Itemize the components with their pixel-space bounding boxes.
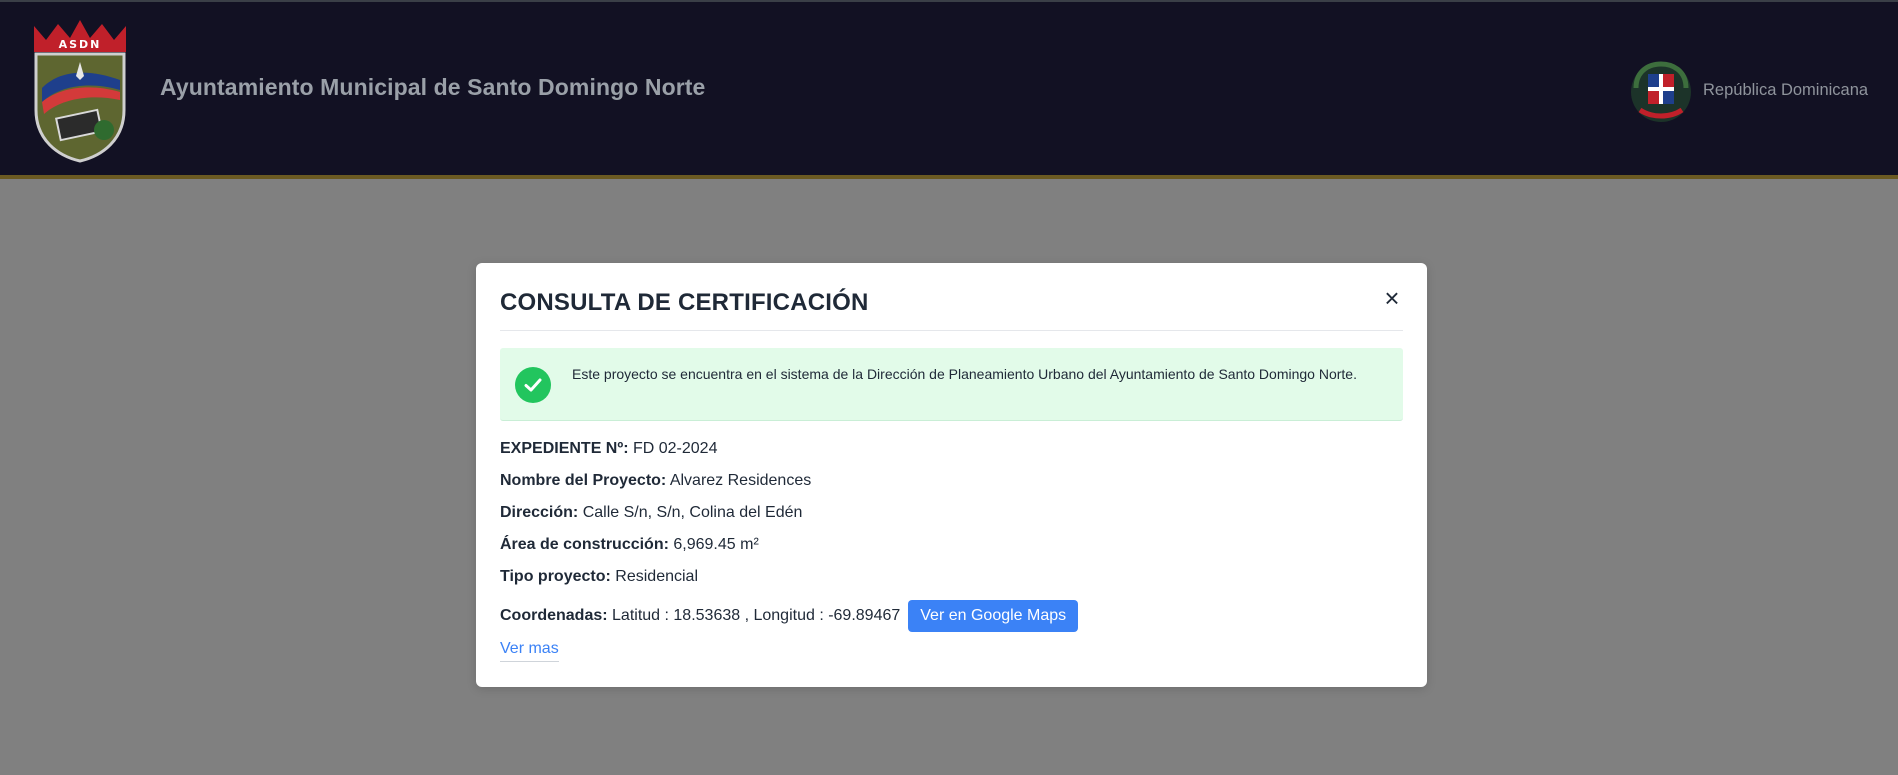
project-type-label: Tipo proyecto: <box>500 568 611 585</box>
address-label: Dirección: <box>500 504 579 521</box>
coordinates-row: Coordenadas: Latitud : 18.53638 , Longit… <box>500 598 1400 634</box>
municipal-crest-logo: ASDN <box>34 20 126 163</box>
project-type-value: Residencial <box>615 568 698 585</box>
expediente-row: EXPEDIENTE Nº: FD 02-2024 <box>500 438 1400 470</box>
google-maps-button[interactable]: Ver en Google Maps <box>908 600 1079 632</box>
coordinates-value: Latitud : 18.53638 , Longitud : -69.8946… <box>612 607 901 624</box>
address-row: Dirección: Calle S/n, S/n, Colina del Ed… <box>500 502 1400 534</box>
modal-divider <box>500 330 1403 331</box>
ver-mas-link[interactable]: Ver mas <box>500 640 559 662</box>
modal-title: CONSULTA DE CERTIFICACIÓN <box>500 289 869 316</box>
area-value: 6,969.45 m² <box>673 536 759 553</box>
project-type-row: Tipo proyecto: Residencial <box>500 566 1400 598</box>
alert-message: Este proyecto se encuentra en el sistema… <box>572 366 1357 382</box>
success-alert: Este proyecto se encuentra en el sistema… <box>500 348 1403 421</box>
expediente-label: EXPEDIENTE Nº: <box>500 440 629 457</box>
site-title: Ayuntamiento Municipal de Santo Domingo … <box>160 74 706 100</box>
project-name-row: Nombre del Proyecto: Alvarez Residences <box>500 470 1400 502</box>
country-label: República Dominicana <box>1703 81 1869 99</box>
expediente-value: FD 02-2024 <box>632 440 718 457</box>
area-row: Área de construcción: 6,969.45 m² <box>500 534 1400 566</box>
project-details: EXPEDIENTE Nº: FD 02-2024 Nombre del Pro… <box>500 438 1400 662</box>
certification-modal: CONSULTA DE CERTIFICACIÓN × Este proyect… <box>476 263 1427 687</box>
coordinates-label: Coordenadas: <box>500 607 608 624</box>
project-name-value: Alvarez Residences <box>669 472 812 489</box>
project-name-label: Nombre del Proyecto: <box>500 472 667 489</box>
check-circle-icon <box>515 367 551 403</box>
address-value: Calle S/n, S/n, Colina del Edén <box>582 504 803 521</box>
site-header: ASDN Ayuntamiento Municipal de Santo Dom… <box>0 2 1898 179</box>
close-icon[interactable]: × <box>1379 285 1405 311</box>
dominican-coat-of-arms-icon <box>1631 61 1691 122</box>
area-label: Área de construcción: <box>500 536 669 553</box>
svg-text:ASDN: ASDN <box>59 38 102 51</box>
